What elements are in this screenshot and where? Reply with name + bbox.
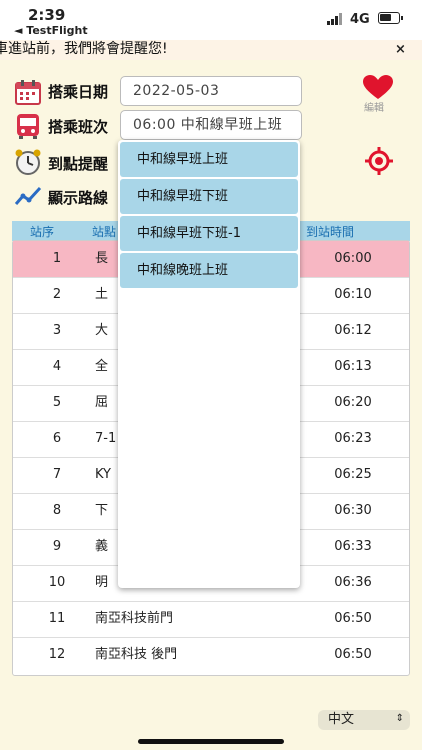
- trip-label: 搭乘班次: [48, 118, 109, 136]
- signal-icon: [327, 13, 345, 25]
- dropdown-option[interactable]: 中和線早班下班-1: [120, 216, 298, 251]
- bus-icon: [17, 114, 39, 139]
- dropdown-option[interactable]: 中和線早班下班: [120, 179, 298, 214]
- close-banner-button[interactable]: ×: [395, 42, 406, 57]
- home-indicator: [138, 739, 284, 744]
- table-row[interactable]: 12 南亞科技 後門 06:50: [13, 637, 409, 673]
- edit-button[interactable]: 編輯: [364, 99, 384, 114]
- date-input[interactable]: 2022-05-03: [120, 76, 302, 106]
- notice-text: 車進站前，我們將會提醒您!: [0, 41, 168, 57]
- heart-icon[interactable]: [362, 74, 394, 100]
- dropdown-option[interactable]: 中和線早班上班: [120, 142, 298, 177]
- header-time: 到站時間: [306, 225, 355, 239]
- header-stop: 站點: [92, 225, 117, 239]
- header-seq: 站序: [30, 225, 55, 239]
- date-label: 搭乘日期: [48, 83, 109, 101]
- chevron-updown-icon: ⇕: [395, 713, 404, 724]
- network-type: 4G: [350, 12, 370, 27]
- table-row[interactable]: 11 南亞科技前門 06:50: [13, 601, 409, 638]
- trip-dropdown: 中和線早班上班 中和線早班下班 中和線早班下班-1 中和線晚班上班: [118, 140, 300, 588]
- back-to-testflight[interactable]: ◄ TestFlight: [14, 24, 88, 37]
- language-select[interactable]: 中文 ⇕: [318, 710, 410, 730]
- calendar-icon: [15, 80, 41, 105]
- dropdown-option[interactable]: 中和線晚班上班: [120, 253, 298, 288]
- trip-select[interactable]: 06:00 中和線早班上班: [120, 110, 302, 140]
- language-value: 中文: [328, 712, 355, 727]
- route-label: 顯示路線: [48, 189, 109, 207]
- battery-icon: [378, 12, 403, 24]
- route-line-icon: [14, 186, 42, 205]
- alert-label: 到點提醒: [48, 155, 109, 173]
- alarm-clock-icon: [15, 149, 41, 175]
- status-time: 2:39: [28, 6, 66, 24]
- location-target-icon[interactable]: [364, 146, 394, 176]
